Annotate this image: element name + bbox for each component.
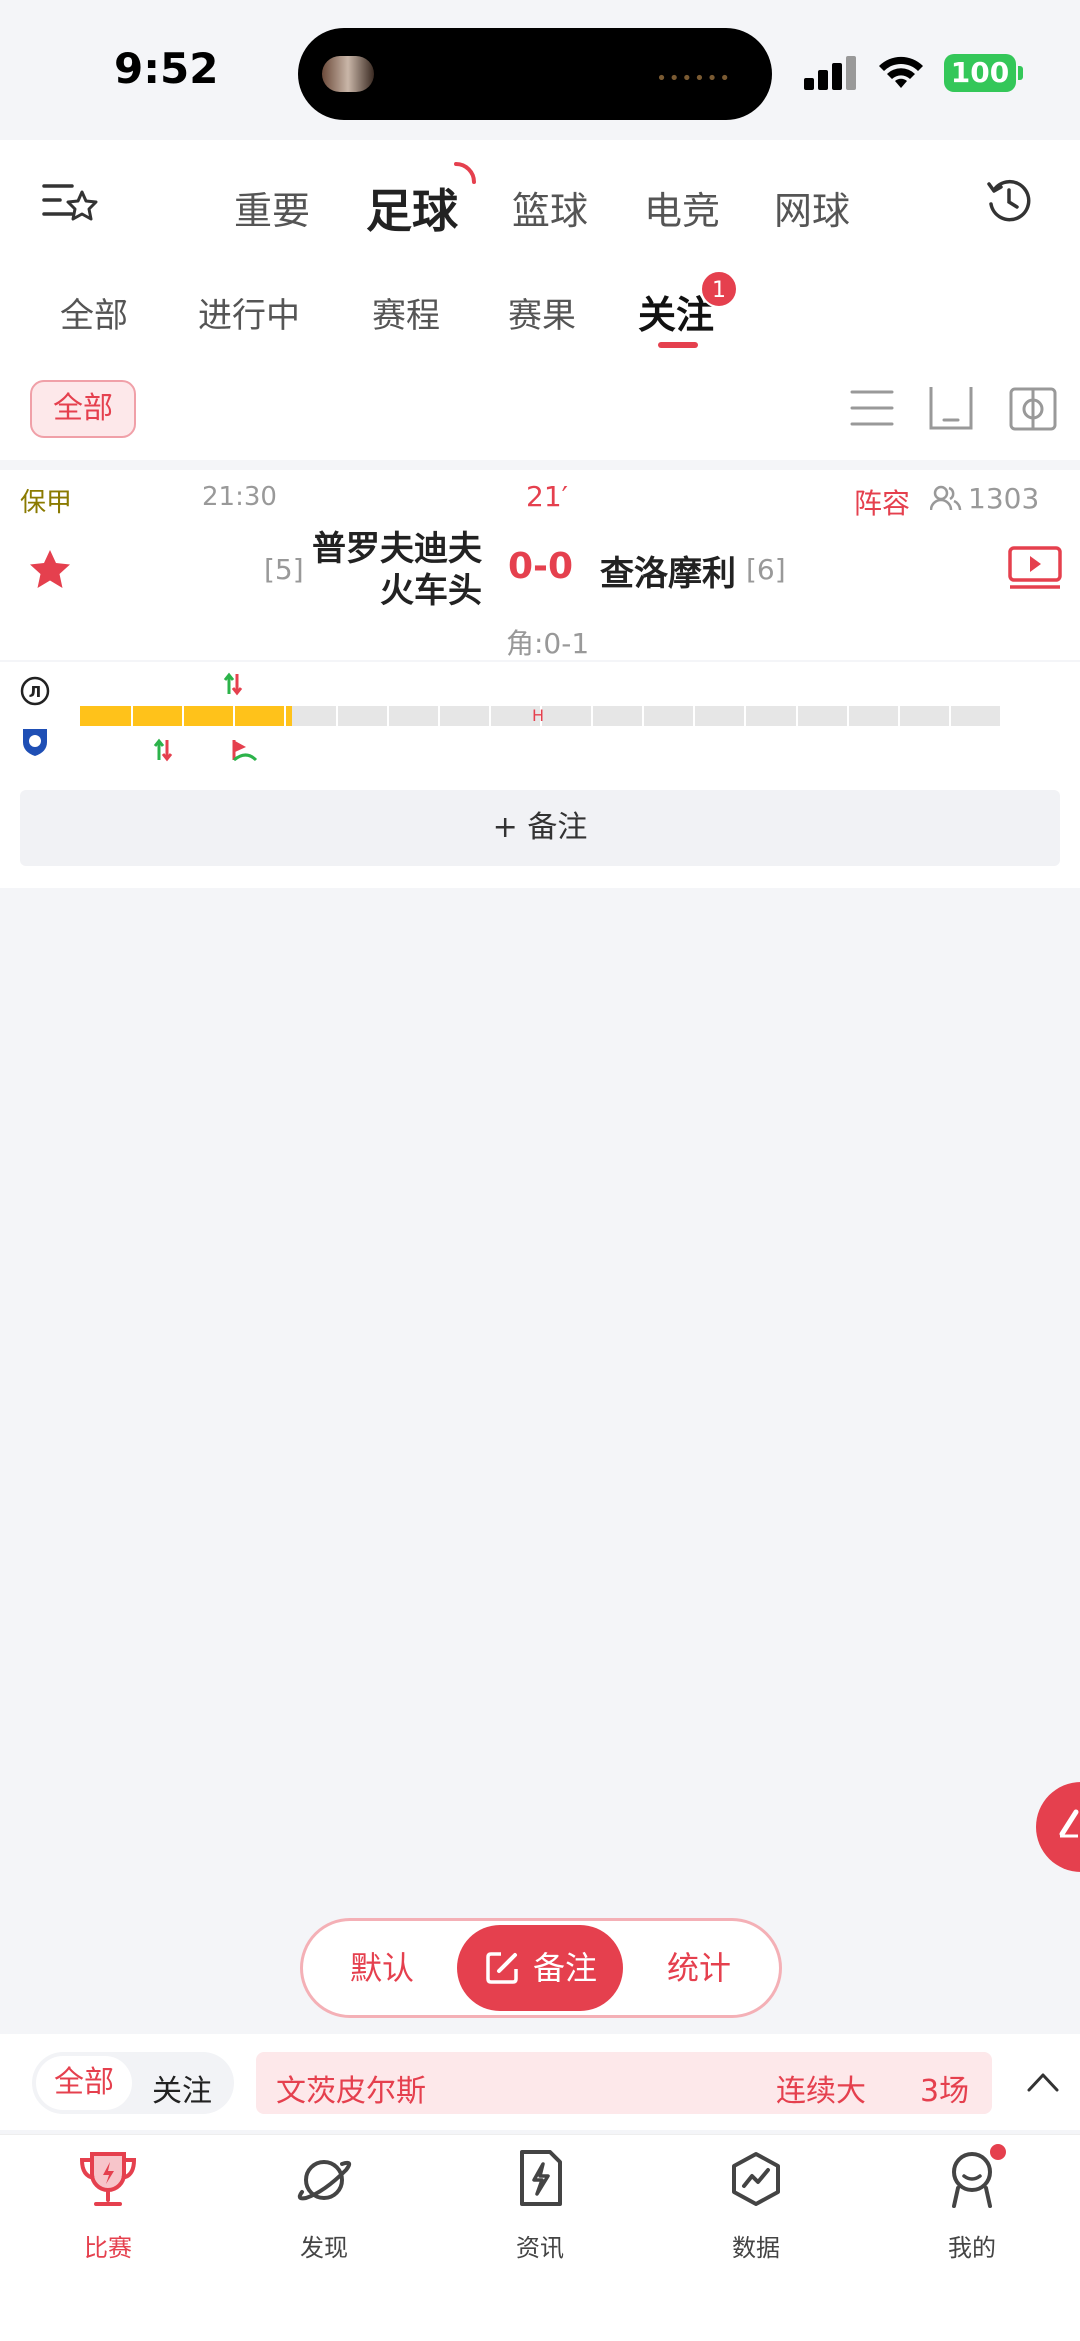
away-team-rank: [6]: [746, 553, 786, 586]
kickoff-time: 21:30: [202, 482, 277, 512]
dynamic-island: ••••••: [298, 28, 772, 120]
away-team-logo-icon: [23, 729, 47, 756]
timeline-tick: [591, 706, 593, 726]
note-edit-icon: [486, 1952, 518, 1984]
home-substitution-icon: [223, 672, 243, 696]
card-divider: [0, 660, 1080, 662]
tab-basketball[interactable]: 篮球: [512, 180, 588, 235]
timeline-tick: [489, 706, 491, 726]
activity-dots-icon: ••••••: [656, 68, 732, 89]
menu-star-icon[interactable]: [42, 180, 98, 224]
segment-note[interactable]: 备注: [457, 1925, 623, 2011]
data-icon: [732, 2152, 780, 2206]
timeline-tick: [796, 706, 798, 726]
match-minute: 21′: [526, 480, 568, 513]
news-icon: [520, 2150, 562, 2206]
battery-cap: [1018, 66, 1023, 80]
live-video-icon[interactable]: [1008, 546, 1062, 590]
favorite-star-icon[interactable]: [28, 548, 72, 590]
followed-count-badge: 1: [700, 270, 738, 308]
match-score: 0-0: [508, 546, 574, 587]
cellular-signal-icon: [804, 56, 856, 90]
tab-important[interactable]: 重要: [234, 180, 310, 235]
home-team-logo-icon: Л: [20, 676, 50, 706]
compact-view-icon[interactable]: [928, 384, 974, 432]
filter-all-chip[interactable]: 全部: [30, 380, 136, 438]
tab-tennis[interactable]: 网球: [774, 180, 850, 235]
timeline-tick: [387, 706, 389, 726]
battery-indicator: 100: [944, 54, 1016, 92]
svg-text:Л: Л: [29, 683, 41, 701]
timeline-tick: [233, 706, 235, 726]
subtab-live[interactable]: 进行中: [198, 288, 300, 337]
pitch-view-icon[interactable]: [1008, 386, 1058, 432]
ticker-team: 文茨皮尔斯: [276, 2074, 426, 2109]
status-time: 9:52: [114, 44, 219, 93]
segment-note-label: 备注: [533, 1949, 598, 1987]
timeline-tick: [131, 706, 133, 726]
away-corner-flag-icon: [232, 740, 258, 762]
timeline-tick: [182, 706, 184, 726]
subtab-all[interactable]: 全部: [60, 288, 128, 337]
live-activity-thumbnail: [322, 56, 374, 92]
lineup-link[interactable]: 阵容: [854, 482, 910, 522]
viewer-count: 1303: [968, 482, 1040, 515]
halftime-marker: H: [532, 706, 545, 725]
tabbar-matches-label: 比赛: [84, 2234, 132, 2262]
tab-esports[interactable]: 电竞: [644, 180, 720, 235]
timeline-tick: [642, 706, 644, 726]
tab-football[interactable]: 足球: [366, 175, 458, 241]
match-minute-value: 21: [526, 480, 562, 513]
timeline-tick: [847, 706, 849, 726]
away-substitution-icon: [153, 738, 173, 762]
profile-notification-dot: [988, 2142, 1008, 2162]
away-team-name: 查洛摩利: [600, 554, 736, 594]
wifi-icon: [879, 56, 923, 88]
home-team-name: 普罗夫迪夫火车头: [312, 529, 482, 611]
timeline-tick: [693, 706, 695, 726]
subtab-schedule[interactable]: 赛程: [372, 288, 440, 337]
live-arc-icon: [454, 162, 476, 184]
viewers-icon: [930, 485, 962, 511]
tabbar-data-label: 数据: [732, 2234, 780, 2262]
segment-default[interactable]: 默认: [327, 1921, 437, 2015]
timeline-tick: [949, 706, 951, 726]
timeline-tick: [336, 706, 338, 726]
chevron-up-icon[interactable]: [1026, 2070, 1060, 2094]
tabbar-news-label: 资讯: [516, 2234, 564, 2262]
minute-blink-mark: ′: [561, 480, 568, 513]
ticker-count: 3场: [920, 2074, 970, 2109]
league-name: 保甲: [20, 488, 73, 518]
add-note-button[interactable]: + 备注: [20, 790, 1060, 866]
tabbar-profile-label: 我的: [948, 2234, 996, 2262]
history-icon[interactable]: [986, 178, 1032, 224]
timeline-tick: [284, 706, 286, 726]
ticker-trend: 连续大: [776, 2074, 866, 2109]
tabbar-discover-label: 发现: [300, 2234, 348, 2262]
list-view-icon[interactable]: [850, 388, 894, 428]
trophy-icon: [79, 2152, 137, 2206]
subtab-results[interactable]: 赛果: [508, 288, 576, 337]
segment-stats[interactable]: 统计: [639, 1921, 759, 2015]
timeline-tick: [898, 706, 900, 726]
timeline-tick: [438, 706, 440, 726]
timeline-tick: [744, 706, 746, 726]
corner-count: 角:0-1: [506, 627, 590, 660]
ticker-filter-followed[interactable]: 关注: [152, 2066, 212, 2110]
planet-icon: [297, 2160, 352, 2201]
section-separator: [0, 460, 1080, 470]
active-tab-indicator: [658, 342, 698, 348]
view-mode-segment: 默认 备注 统计: [300, 1918, 782, 2018]
match-timeline-progress: [80, 706, 292, 726]
ticker-filter-all[interactable]: 全部: [36, 2056, 132, 2110]
edit-icon: [1059, 1809, 1079, 1838]
